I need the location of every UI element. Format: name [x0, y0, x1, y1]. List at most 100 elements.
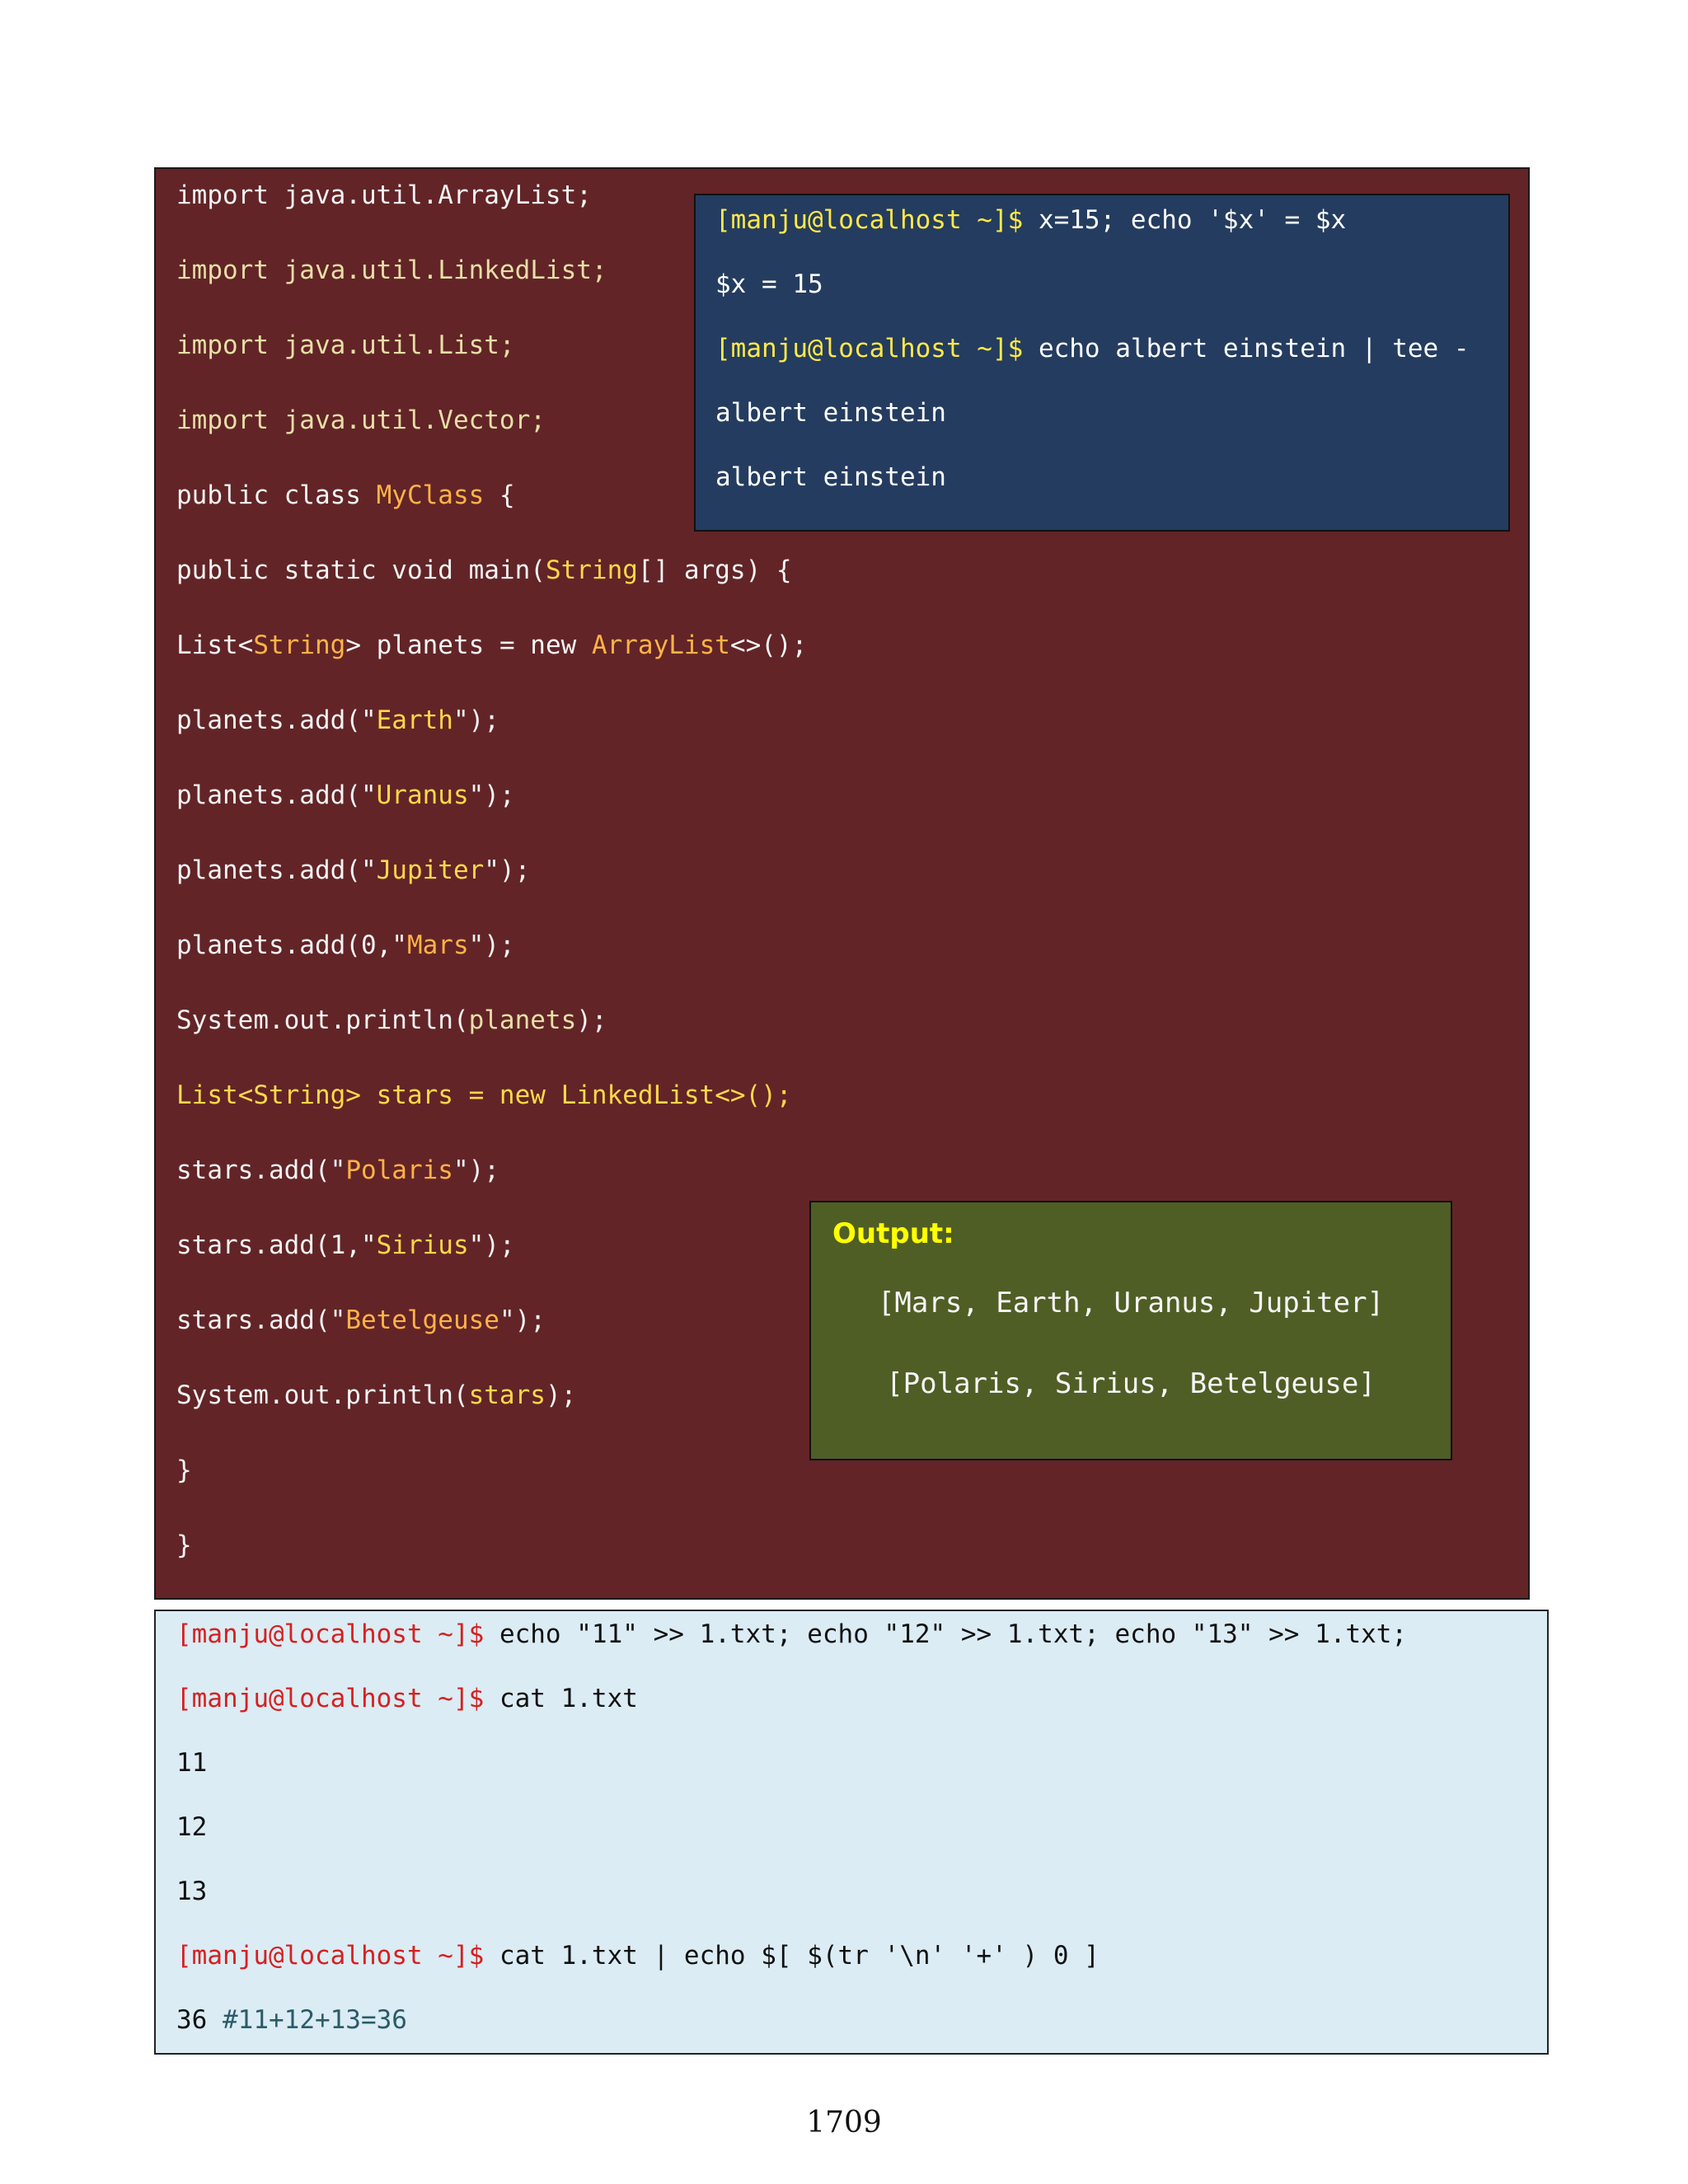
code-text: ); — [545, 1380, 577, 1410]
shell-output: albert einstein — [715, 398, 946, 428]
code-text: ); — [576, 1005, 607, 1035]
closing-brace: } — [176, 1530, 192, 1560]
code-line: public static void main(String[] args) { — [176, 555, 792, 585]
terminal-line: [manju@localhost ~]$ x=15; echo '$x' = $… — [715, 205, 1346, 235]
code-text: System.out.println( — [176, 1005, 469, 1035]
code-text: "); — [452, 705, 499, 735]
code-text: public static void main( — [176, 555, 546, 585]
code-text: planets.add(" — [176, 780, 377, 810]
code-line: import java.util.ArrayList; — [176, 180, 592, 210]
code-text: public class — [176, 480, 377, 510]
code-line: List<String> stars = new LinkedList<>(); — [176, 1080, 792, 1110]
code-text: "); — [484, 855, 531, 885]
terminal-line: [manju@localhost ~]$ cat 1.txt | echo $[… — [176, 1941, 1100, 1971]
shell-prompt: [manju@localhost ~]$ — [715, 334, 1024, 363]
code-text: <>(); — [729, 630, 808, 660]
code-line: import java.util.Vector; — [176, 405, 546, 435]
code-line: import java.util.List; — [176, 330, 515, 360]
code-line: planets.add("Uranus"); — [176, 780, 515, 810]
terminal-line: [manju@localhost ~]$ cat 1.txt — [176, 1684, 638, 1713]
terminal-top: [manju@localhost ~]$ x=15; echo '$x' = $… — [694, 194, 1510, 532]
shell-command: echo albert einstein | tee - — [1023, 334, 1470, 363]
code-line: List<String> planets = new ArrayList<>()… — [176, 630, 807, 660]
code-line: System.out.println(stars); — [176, 1380, 576, 1410]
string-literal: Jupiter — [376, 855, 485, 885]
code-line: stars.add(1,"Sirius"); — [176, 1230, 515, 1260]
code-text: "); — [468, 1230, 515, 1260]
import-arraylist: import java.util.ArrayList; — [176, 180, 592, 210]
shell-output: 13 — [176, 1877, 208, 1906]
terminal-line: $x = 15 — [715, 269, 823, 299]
shell-output: 12 — [176, 1812, 208, 1842]
type-name: ArrayList — [591, 630, 730, 660]
string-literal: Polaris — [345, 1155, 453, 1185]
shell-prompt: [manju@localhost ~]$ — [715, 205, 1024, 235]
terminal-line: [manju@localhost ~]$ echo albert einstei… — [715, 334, 1470, 363]
shell-prompt: [manju@localhost ~]$ — [176, 1941, 485, 1971]
string-literal: Sirius — [376, 1230, 469, 1260]
code-text: stars.add(" — [176, 1305, 346, 1335]
terminal-line: 12 — [176, 1812, 207, 1842]
code-line: planets.add(0,"Mars"); — [176, 930, 515, 960]
shell-command: echo "11" >> 1.txt; echo "12" >> 1.txt; … — [484, 1619, 1408, 1649]
code-text: > planets = new — [345, 630, 592, 660]
code-text: List<String> stars = new LinkedList<>(); — [176, 1080, 792, 1110]
output-line-stars: [Polaris, Sirius, Betelgeuse] — [886, 1367, 1376, 1400]
code-text: "); — [468, 930, 515, 960]
shell-output: 36 — [176, 2005, 223, 2035]
code-line: stars.add("Betelgeuse"); — [176, 1305, 546, 1335]
terminal-line: [manju@localhost ~]$ echo "11" >> 1.txt;… — [176, 1619, 1407, 1649]
code-line: System.out.println(planets); — [176, 1005, 607, 1035]
import-vector: import java.util.Vector; — [176, 405, 546, 435]
string-literal: Mars — [406, 930, 469, 960]
import-list: import java.util.List; — [176, 330, 515, 360]
code-line: import java.util.LinkedList; — [176, 255, 607, 285]
page-number: 1709 — [806, 2106, 882, 2139]
terminal-line: 36 #11+12+13=36 — [176, 2005, 407, 2035]
terminal-line: 13 — [176, 1877, 207, 1906]
code-line: } — [176, 1455, 192, 1485]
code-text: "); — [468, 780, 515, 810]
code-line: planets.add("Earth"); — [176, 705, 499, 735]
code-text: "); — [499, 1305, 546, 1335]
shell-prompt: [manju@localhost ~]$ — [176, 1619, 485, 1649]
shell-output: albert einstein — [715, 462, 946, 492]
code-text: stars.add(" — [176, 1155, 346, 1185]
string-literal: Betelgeuse — [345, 1305, 499, 1335]
class-name: MyClass — [376, 480, 485, 510]
closing-brace: } — [176, 1455, 192, 1485]
type-name: String — [545, 555, 638, 585]
output-line-planets: [Mars, Earth, Uranus, Jupiter] — [877, 1286, 1385, 1319]
output-box: Output: [Mars, Earth, Uranus, Jupiter] [… — [809, 1201, 1452, 1460]
shell-prompt: [manju@localhost ~]$ — [176, 1684, 485, 1713]
shell-command: x=15; echo '$x' = $x — [1023, 205, 1347, 235]
code-text: { — [484, 480, 515, 510]
code-text: List< — [176, 630, 254, 660]
code-line: stars.add("Polaris"); — [176, 1155, 499, 1185]
code-text: stars.add(1," — [176, 1230, 377, 1260]
terminal-line: 11 — [176, 1748, 207, 1778]
code-text: System.out.println( — [176, 1380, 469, 1410]
import-linkedlist: import java.util.LinkedList; — [176, 255, 607, 285]
variable-name: stars — [468, 1380, 546, 1410]
code-line: public class MyClass { — [176, 480, 515, 510]
code-text: planets.add(0," — [176, 930, 407, 960]
code-text: planets.add(" — [176, 855, 377, 885]
variable-name: planets — [468, 1005, 577, 1035]
shell-comment: #11+12+13=36 — [223, 2005, 407, 2035]
code-text: [] args) { — [637, 555, 792, 585]
string-literal: Uranus — [376, 780, 469, 810]
code-line: planets.add("Jupiter"); — [176, 855, 530, 885]
type-name: String — [253, 630, 346, 660]
code-line: } — [176, 1530, 192, 1560]
code-text: "); — [452, 1155, 499, 1185]
string-literal: Earth — [376, 705, 453, 735]
shell-command: cat 1.txt — [484, 1684, 638, 1713]
shell-output: $x = 15 — [715, 269, 823, 299]
code-text: planets.add(" — [176, 705, 377, 735]
shell-command: cat 1.txt | echo $[ $(tr '\n' '+' ) 0 ] — [484, 1941, 1100, 1971]
shell-output: 11 — [176, 1748, 208, 1778]
terminal-line: albert einstein — [715, 462, 946, 492]
terminal-bottom: [manju@localhost ~]$ echo "11" >> 1.txt;… — [154, 1610, 1549, 2055]
terminal-line: albert einstein — [715, 398, 946, 428]
